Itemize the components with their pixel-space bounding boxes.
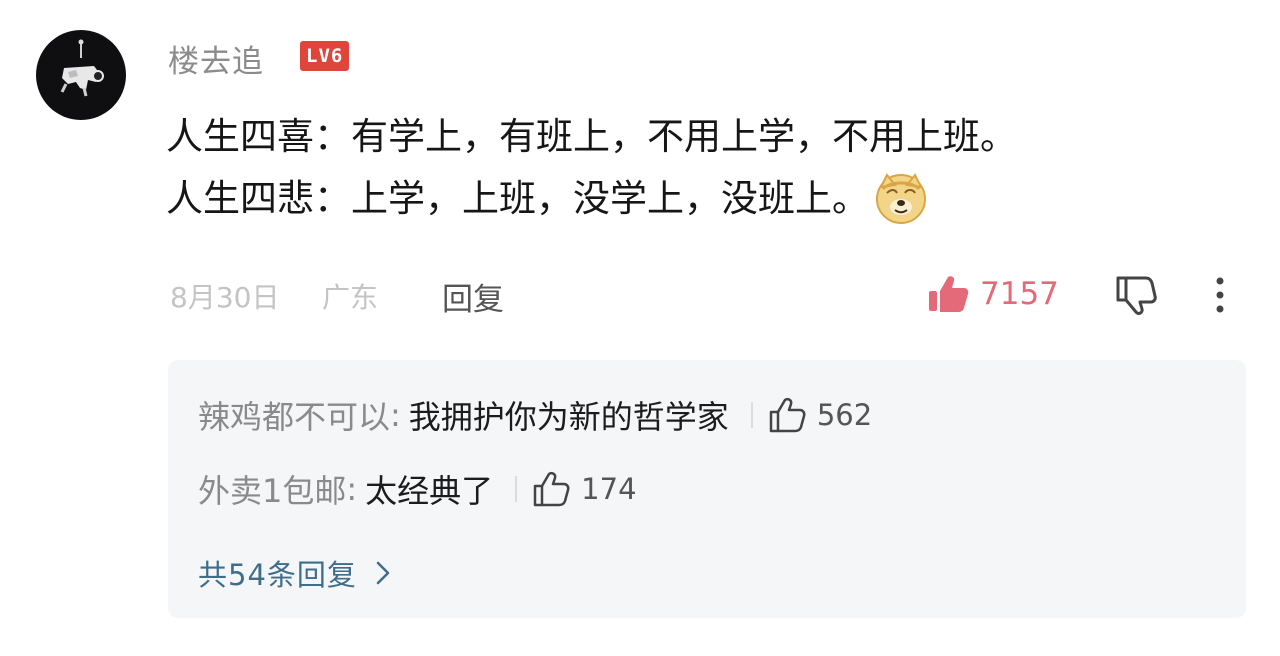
comment-line-with-emoji: 人生四悲：上学，上班，没学上，没班上。: [166, 168, 1196, 230]
reply-separator: :: [346, 470, 358, 508]
comment-location: 广东: [322, 281, 379, 314]
comment-line: 人生四喜：有学上，有班上，不用上学，不用上班。: [166, 115, 1017, 158]
thumbs-down-outline-icon[interactable]: [1112, 272, 1158, 318]
level-badge: LV6: [300, 41, 350, 71]
reply-like-button[interactable]: 562: [767, 396, 872, 434]
reply-like-count: 562: [816, 398, 873, 432]
reply-separator: :: [390, 396, 401, 434]
reply-content: 我拥护你为新的哲学家: [408, 398, 729, 436]
reply-content: 太经典了: [365, 472, 494, 510]
view-all-replies-label: 共54条回复: [198, 558, 357, 592]
replies-section: 辣鸡都不可以 : 我拥护你为新的哲学家 562 外卖1包邮 : 太经典了 174…: [168, 360, 1246, 618]
reply-item[interactable]: 外卖1包邮 : 太经典了 174: [198, 464, 637, 514]
reply-item[interactable]: 辣鸡都不可以 : 我拥护你为新的哲学家 562: [198, 390, 872, 440]
reply-like-count: 174: [581, 472, 637, 506]
like-count: 7157: [980, 276, 1059, 312]
thumbs-up-filled-icon: [929, 276, 969, 312]
doge-emoji-icon: [876, 172, 926, 224]
more-vertical-icon[interactable]: [1200, 274, 1240, 316]
reply-button[interactable]: 回复: [442, 274, 504, 319]
comment-page: 楼去追 LV6 人生四喜：有学上，有班上，不用上学，不用上班。 人生四悲：上学，…: [0, 0, 1280, 656]
thumbs-up-outline-icon: [769, 397, 806, 433]
view-all-replies-link[interactable]: 共54条回复: [198, 550, 393, 596]
reply-like-button[interactable]: 174: [531, 470, 637, 508]
like-button[interactable]: 7157: [926, 272, 1059, 316]
chevron-right-icon: [376, 561, 390, 585]
avatar-image: [60, 39, 104, 97]
comment-body: 人生四喜：有学上，有班上，不用上学，不用上班。 人生四悲：上学，上班，没学上，没…: [166, 106, 1196, 230]
thumbs-up-outline-icon: [533, 471, 570, 507]
divider: [515, 476, 518, 502]
comment-date: 8月30日: [170, 281, 280, 314]
divider: [750, 402, 753, 428]
reply-author[interactable]: 辣鸡都不可以: [198, 392, 390, 438]
avatar[interactable]: [36, 30, 126, 120]
reply-author[interactable]: 外卖1包邮: [198, 466, 346, 512]
username[interactable]: 楼去追: [168, 36, 264, 81]
comment-line: 人生四悲：上学，上班，没学上，没班上。: [166, 177, 869, 220]
